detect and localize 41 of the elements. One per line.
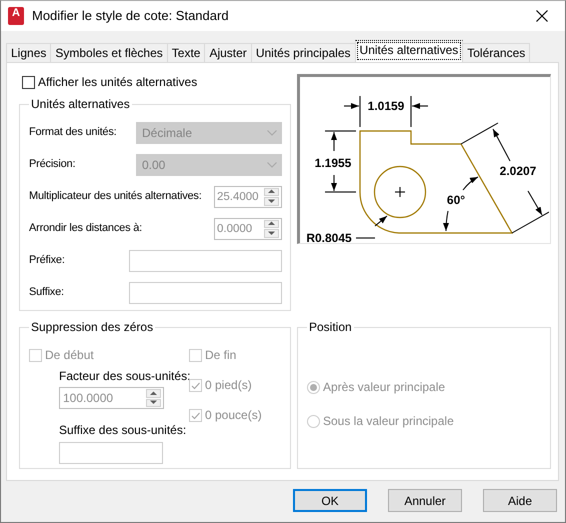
app-logo: A [8, 7, 24, 25]
checkbox-label: Afficher les unités alternatives [38, 74, 198, 91]
tab[interactable]: Lignes [6, 43, 52, 62]
field-label: Précision: [29, 157, 76, 172]
checkbox-label: 0 pouce(s) [205, 407, 262, 424]
radio-label: Sous la valeur principale [323, 413, 454, 430]
text-field[interactable] [129, 282, 282, 304]
tab[interactable]: Unités alternatives [354, 40, 464, 62]
dimension-label: R0.8045 [306, 231, 352, 242]
radio-label: Après valeur principale [323, 379, 446, 396]
caret-icon [267, 130, 277, 136]
dimension-label: 60° [446, 193, 466, 207]
checkbox[interactable] [22, 76, 35, 88]
dialog-button[interactable]: Aide [483, 489, 557, 512]
checkbox-label: De début [45, 347, 94, 364]
checkbox-label: De fin [205, 347, 236, 364]
checkbox-label: 0 pied(s) [205, 377, 252, 394]
group-title: Position [308, 320, 353, 334]
tab[interactable]: Symboles et flèches [50, 43, 168, 62]
text-field[interactable] [129, 250, 282, 272]
dimension-label: 2.0207 [500, 164, 536, 178]
dialog-button[interactable]: OK [293, 489, 367, 512]
dimension-label: 1.1955 [314, 156, 352, 170]
field-label: Suffixe des sous-unités: [59, 422, 188, 439]
group-title: Suppression des zéros [30, 320, 154, 334]
text-field[interactable] [59, 442, 163, 464]
group-title: Unités alternatives [30, 97, 131, 111]
field-label: Multiplicateur des unités alternatives: [29, 189, 202, 204]
tab[interactable]: Ajuster [204, 43, 252, 62]
field-label: Facteur des sous-unités: [59, 368, 189, 385]
dimension-label: 1.0159 [368, 99, 404, 113]
tab[interactable]: Tolérances [462, 43, 530, 62]
dialog-button[interactable]: Annuler [388, 489, 462, 512]
caret-icon [267, 162, 277, 168]
close-icon [536, 10, 548, 22]
window-title: Modifier le style de cote: Standard [32, 7, 229, 26]
tab[interactable]: Unités principales [250, 43, 356, 62]
field-label: Préfixe: [29, 253, 65, 268]
field-label: Suffixe: [29, 285, 64, 300]
field-label: Format des unités: [29, 125, 116, 140]
field-label: Arrondir les distances à: [29, 221, 142, 236]
